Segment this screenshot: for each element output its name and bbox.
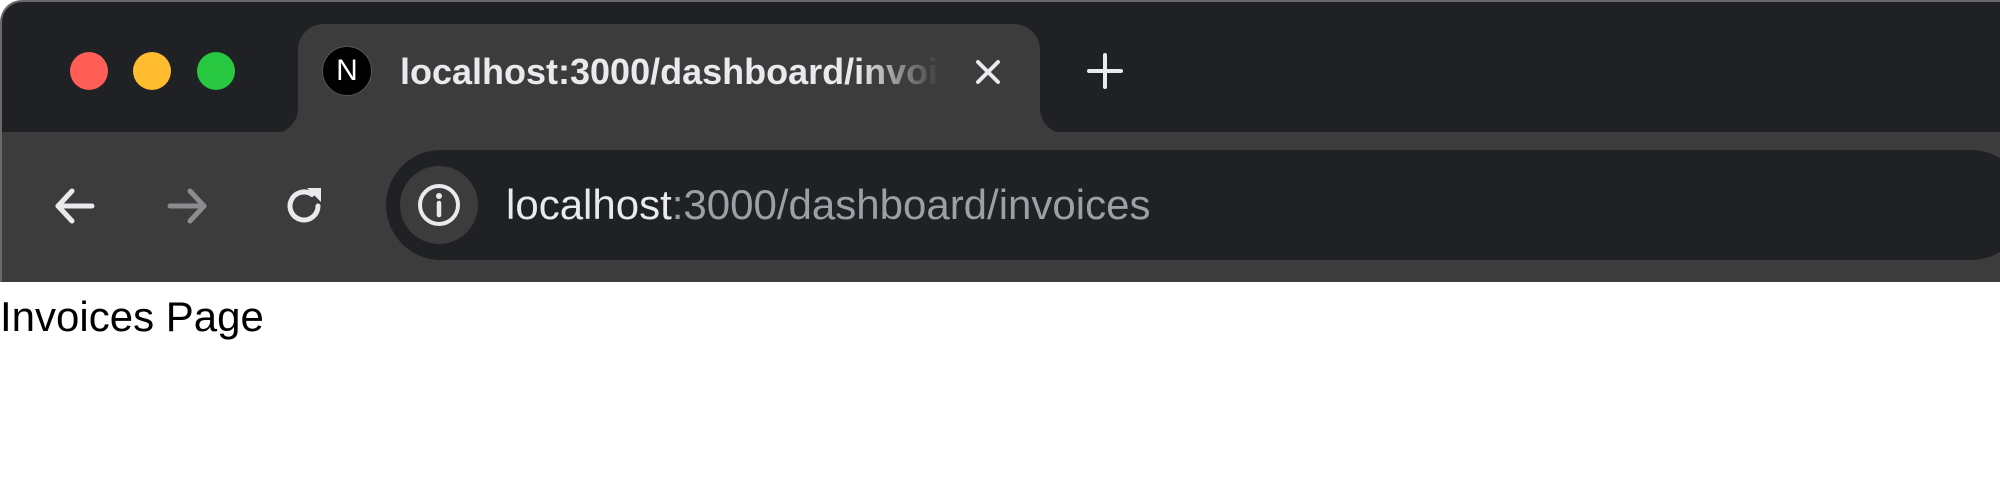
tab-active[interactable]: N localhost:3000/dashboard/invoices: [298, 24, 1040, 134]
arrow-right-icon[interactable]: [160, 178, 216, 234]
plus-icon[interactable]: [1080, 46, 1130, 96]
favicon-letter: N: [336, 54, 358, 87]
nextjs-favicon-icon: N: [322, 46, 372, 96]
close-icon[interactable]: [966, 50, 1010, 94]
maximize-window-button[interactable]: [197, 52, 235, 90]
tab-strip: N localhost:3000/dashboard/invoices: [0, 0, 2000, 134]
info-icon[interactable]: [400, 166, 478, 244]
browser-window: N localhost:3000/dashboard/invoices loca…: [0, 0, 2000, 498]
toolbar: localhost:3000/dashboard/invoices: [0, 132, 2000, 282]
address-bar[interactable]: localhost:3000/dashboard/invoices: [386, 150, 2000, 260]
reload-icon[interactable]: [276, 178, 332, 234]
tab-title: localhost:3000/dashboard/invoices: [400, 51, 940, 92]
url-path: :3000/dashboard/invoices: [671, 181, 1151, 228]
url-host: localhost: [506, 181, 672, 228]
page-heading: Invoices Page: [0, 293, 264, 340]
minimize-window-button[interactable]: [133, 52, 171, 90]
url-text[interactable]: localhost:3000/dashboard/invoices: [506, 176, 1150, 234]
close-window-button[interactable]: [70, 52, 108, 90]
arrow-left-icon[interactable]: [46, 178, 102, 234]
page-content: Invoices Page: [0, 282, 2000, 498]
